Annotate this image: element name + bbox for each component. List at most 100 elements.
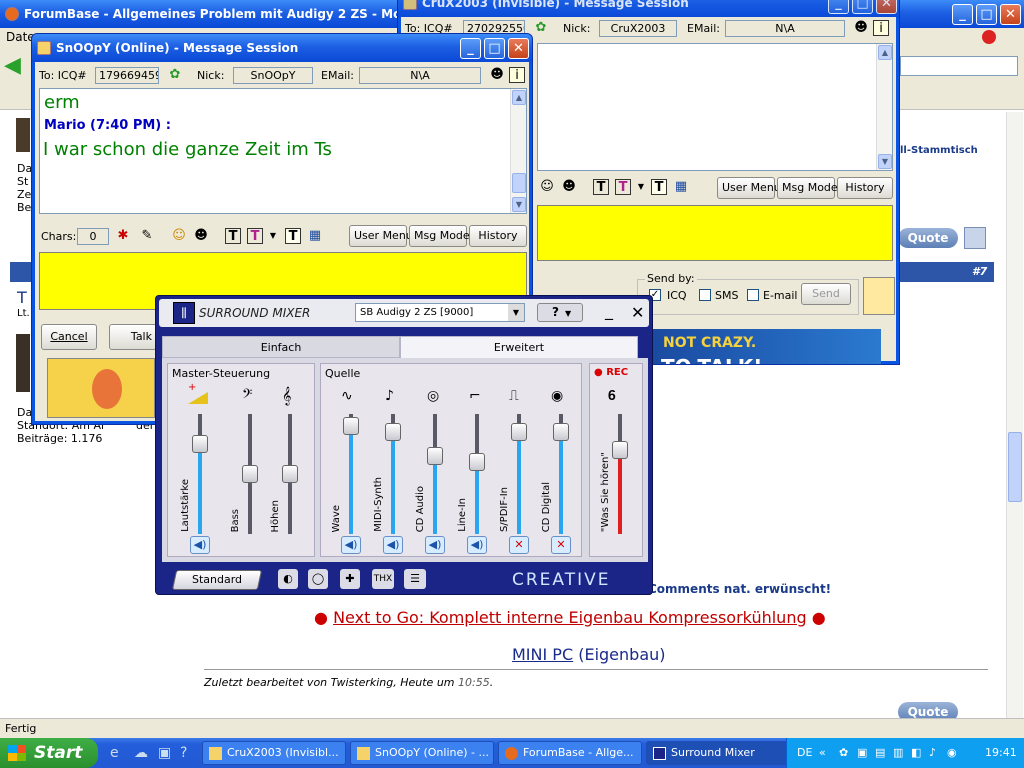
- send-email-checkbox[interactable]: [747, 289, 759, 301]
- stop-icon[interactable]: [982, 30, 996, 44]
- help-button[interactable]: ? ▼: [537, 303, 583, 322]
- standard-button[interactable]: Standard: [171, 570, 263, 590]
- device-select[interactable]: SB Audigy 2 ZS [9000] ▼: [355, 303, 525, 322]
- next-to-go-link[interactable]: Next to Go: Komplett interne Eigenbau Ko…: [333, 608, 807, 627]
- tray-icon[interactable]: ▣: [857, 738, 867, 768]
- headphone-icon[interactable]: ◯: [308, 569, 328, 589]
- history-button[interactable]: History: [837, 177, 893, 199]
- equalizer-icon[interactable]: ☰: [404, 569, 426, 589]
- scroll-down-icon[interactable]: ▼: [878, 154, 892, 169]
- slider-cd-audio[interactable]: [427, 414, 443, 534]
- muted-speaker-icon[interactable]: ✕: [509, 536, 529, 554]
- volume-tray-icon[interactable]: ♪: [929, 738, 936, 768]
- mini-pc-link[interactable]: MINI PC: [512, 645, 573, 664]
- tray-icon[interactable]: ✿: [839, 738, 848, 768]
- slider-knob[interactable]: [612, 441, 628, 459]
- tray-expand-icon[interactable]: «: [819, 738, 826, 768]
- task-forumbase[interactable]: ForumBase - Allge...: [498, 741, 642, 765]
- slider-line-in[interactable]: [469, 414, 485, 534]
- speaker-icon[interactable]: ◀): [190, 536, 210, 554]
- slider-cd-digital[interactable]: [553, 414, 569, 534]
- text-bgcolor-icon[interactable]: T: [247, 228, 263, 244]
- emoticon-icon[interactable]: ☻: [193, 228, 209, 244]
- minimize-button[interactable]: _: [952, 4, 973, 25]
- slider-knob[interactable]: [427, 447, 443, 465]
- dropdown-arrow-icon[interactable]: ▼: [265, 228, 281, 244]
- slider-knob[interactable]: [192, 435, 208, 453]
- emoticon-icon[interactable]: ☻: [561, 179, 577, 195]
- smiley-icon[interactable]: ☺: [539, 179, 555, 195]
- quote-button[interactable]: Quote: [898, 228, 958, 248]
- cancel-button[interactable]: Cancel: [41, 324, 97, 350]
- slider-knob[interactable]: [385, 423, 401, 441]
- msg-mode-button[interactable]: Msg Mode: [409, 225, 470, 247]
- crux-message-input[interactable]: [537, 205, 893, 261]
- text-color-icon[interactable]: T: [225, 228, 241, 244]
- slider-s-pdif-in[interactable]: [511, 414, 527, 534]
- speaker-icon[interactable]: ◀): [425, 536, 445, 554]
- dropdown-arrow-icon[interactable]: ▼: [633, 179, 649, 195]
- text-bgcolor-icon[interactable]: T: [615, 179, 631, 195]
- tray-icon[interactable]: ◉: [947, 738, 957, 768]
- user-details-icon[interactable]: i: [509, 67, 525, 83]
- quicklaunch-ie-icon[interactable]: e: [110, 745, 119, 761]
- ad-banner[interactable]: NOT CRAZY. TO-TALK!: [651, 329, 881, 364]
- alert-icon[interactable]: ✱: [115, 228, 131, 244]
- close-button[interactable]: ✕: [876, 0, 897, 14]
- slider-bass[interactable]: [242, 414, 258, 534]
- maximize-button[interactable]: □: [976, 4, 997, 25]
- user-info-icon[interactable]: ☻: [489, 67, 505, 83]
- slider-track[interactable]: [198, 414, 202, 534]
- slider-lautstärke[interactable]: [192, 414, 208, 534]
- chat-scrollbar[interactable]: ▲ ▼: [876, 44, 892, 170]
- thx-icon[interactable]: THX: [372, 569, 394, 589]
- speaker-icon[interactable]: ◀): [341, 536, 361, 554]
- task-snoopy[interactable]: SnOOpY (Online) - ...: [350, 741, 494, 765]
- muted-speaker-icon[interactable]: ✕: [551, 536, 571, 554]
- slider-track[interactable]: [475, 414, 479, 534]
- task-surround-mixer[interactable]: Surround Mixer: [646, 741, 790, 765]
- slider-wave[interactable]: [343, 414, 359, 534]
- user-menu-button[interactable]: User Menu: [349, 225, 413, 247]
- minimize-button[interactable]: _: [605, 301, 613, 320]
- talk-button[interactable]: Talk: [109, 324, 157, 350]
- stammtisch-link[interactable]: ll-Stammtisch: [900, 145, 978, 156]
- user-menu-button[interactable]: User Menu: [717, 177, 781, 199]
- slider--was-sie-hören-[interactable]: [612, 414, 628, 534]
- speaker-settings-icon[interactable]: ◐: [278, 569, 298, 589]
- slider-knob[interactable]: [242, 465, 258, 483]
- scroll-thumb[interactable]: [1008, 432, 1022, 502]
- table-icon[interactable]: ▦: [307, 228, 323, 244]
- spellcheck-icon[interactable]: ✎: [139, 228, 155, 244]
- quicklaunch-icon[interactable]: ☁: [134, 745, 148, 761]
- table-icon[interactable]: ▦: [673, 179, 689, 195]
- user-details-icon[interactable]: i: [873, 20, 889, 36]
- speaker-icon[interactable]: ◀): [383, 536, 403, 554]
- scroll-up-icon[interactable]: ▲: [512, 90, 526, 105]
- font-icon[interactable]: T: [285, 228, 301, 244]
- maximize-button[interactable]: □: [852, 0, 873, 14]
- quicklaunch-icon[interactable]: ?: [180, 745, 187, 761]
- history-button[interactable]: History: [469, 225, 527, 247]
- tray-icon[interactable]: ▤: [875, 738, 885, 768]
- ad-banner-character[interactable]: [47, 358, 155, 418]
- slider-knob[interactable]: [343, 417, 359, 435]
- tab-erweitert[interactable]: Erweitert: [400, 336, 638, 358]
- maximize-button[interactable]: □: [484, 38, 505, 59]
- slider-midi-synth[interactable]: [385, 414, 401, 534]
- slider-track[interactable]: [433, 414, 437, 534]
- back-icon[interactable]: ◀: [4, 54, 28, 78]
- slider-knob[interactable]: [282, 465, 298, 483]
- smiley-icon[interactable]: ☺: [171, 228, 187, 244]
- quicklaunch-icon[interactable]: ▣: [158, 745, 171, 761]
- slider-track[interactable]: [618, 414, 622, 534]
- font-icon[interactable]: T: [651, 179, 667, 195]
- add-effect-icon[interactable]: ✚: [340, 569, 360, 589]
- slider-höhen[interactable]: [282, 414, 298, 534]
- msg-mode-button[interactable]: Msg Mode: [777, 177, 838, 199]
- minimize-button[interactable]: _: [460, 38, 481, 59]
- text-color-icon[interactable]: T: [593, 179, 609, 195]
- minimize-button[interactable]: _: [828, 0, 849, 14]
- chat-scrollbar[interactable]: ▲ ▼: [510, 89, 526, 213]
- user-info-icon[interactable]: ☻: [853, 20, 869, 36]
